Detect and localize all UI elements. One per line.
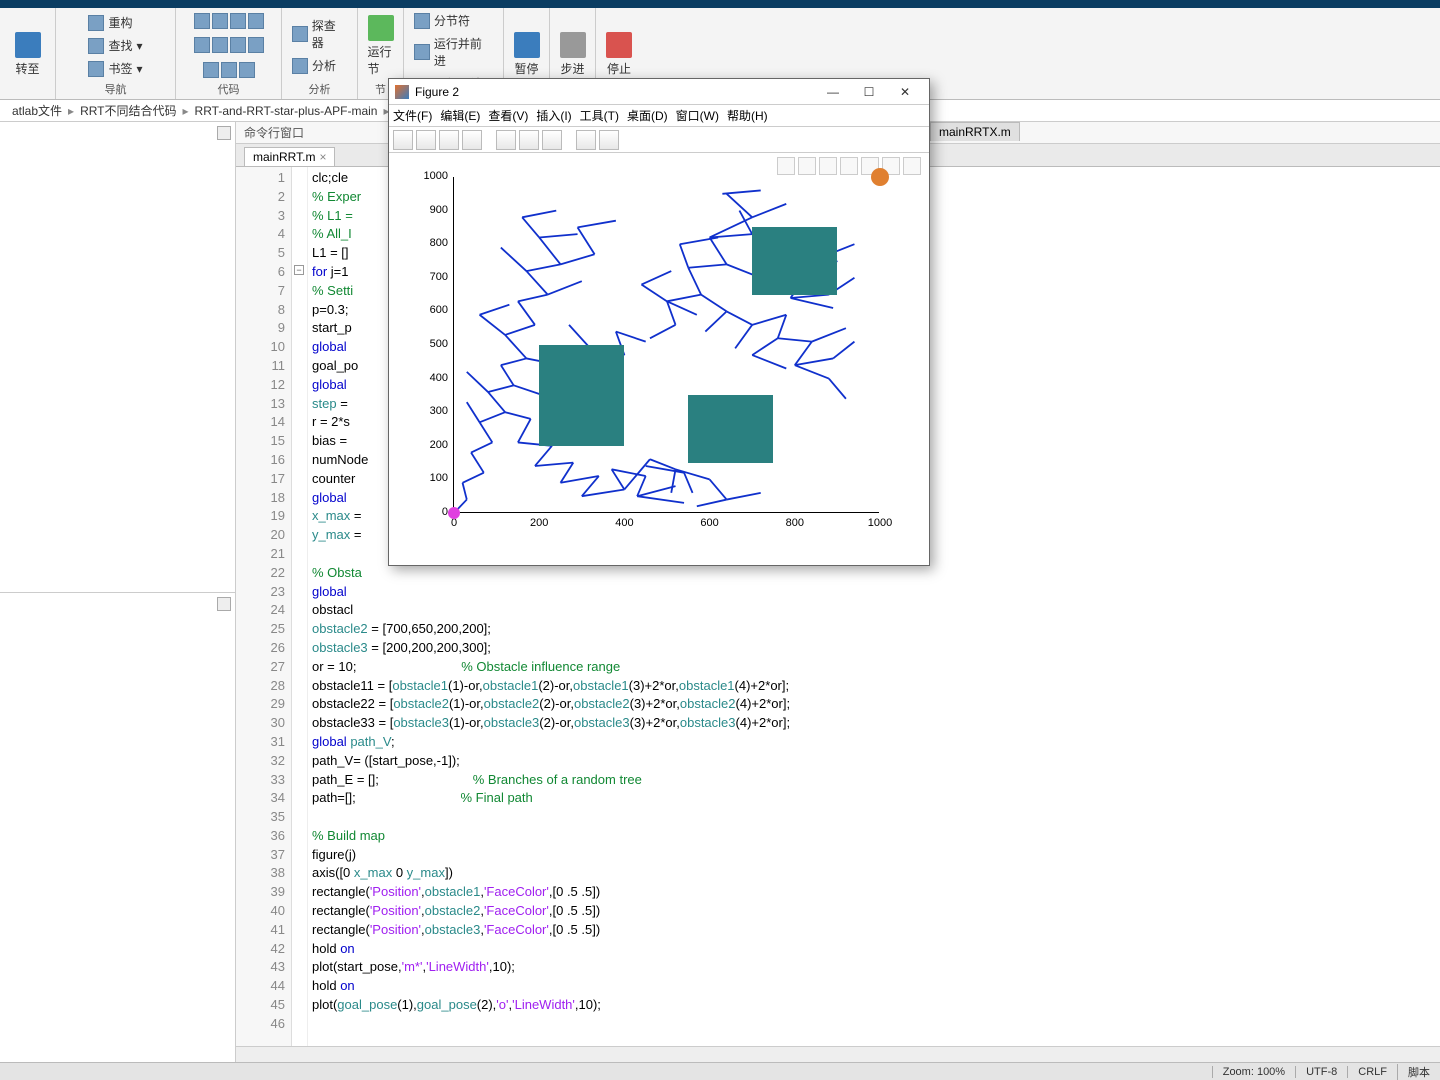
tab-mainrrt[interactable]: mainRRT.m× <box>244 147 335 166</box>
step-button[interactable]: 步进 <box>554 30 592 79</box>
code-tool-1[interactable] <box>194 13 210 29</box>
menu-edit[interactable]: 编辑(E) <box>440 107 480 124</box>
menu-insert[interactable]: 插入(I) <box>536 107 571 124</box>
obstacle-rect <box>752 227 837 294</box>
run-advance-button[interactable]: 运行并前进 <box>410 33 497 71</box>
edit-plot-icon[interactable] <box>599 130 619 150</box>
profiler-button[interactable]: 探查器 <box>288 15 351 53</box>
save-icon[interactable] <box>439 130 459 150</box>
home-icon[interactable] <box>903 157 921 175</box>
code-tool-11[interactable] <box>239 62 255 78</box>
maximize-button[interactable]: ☐ <box>851 82 887 102</box>
code-tool-8[interactable] <box>248 37 264 53</box>
file-mode: 脚本 <box>1397 1064 1440 1080</box>
datatip-icon[interactable] <box>798 157 816 175</box>
menu-tools[interactable]: 工具(T) <box>580 107 619 124</box>
encoding: UTF-8 <box>1295 1066 1347 1078</box>
left-panel <box>0 122 236 1062</box>
horizontal-scrollbar[interactable] <box>236 1046 1440 1062</box>
minimize-button[interactable]: — <box>815 82 851 102</box>
plot-area[interactable]: 0100200300400500600700800900100002004006… <box>389 153 929 565</box>
find-button[interactable]: 查找 ▾ <box>84 35 146 56</box>
pan-icon[interactable] <box>840 157 858 175</box>
chart-axes[interactable]: 0100200300400500600700800900100002004006… <box>453 177 879 513</box>
run-section-button[interactable]: 运行节 <box>362 13 400 79</box>
matlab-icon <box>395 85 409 99</box>
obstacle-rect <box>539 345 624 446</box>
start-point <box>448 507 460 519</box>
refactor-button[interactable]: 重构 <box>84 12 136 33</box>
tab-mainrrtx[interactable]: mainRRTX.m <box>930 122 1020 141</box>
code-tool-4[interactable] <box>248 13 264 29</box>
pause-button[interactable]: 暂停 <box>508 30 546 79</box>
figure-titlebar[interactable]: Figure 2 — ☐ ✕ <box>389 79 929 105</box>
code-tool-9[interactable] <box>203 62 219 78</box>
obstacle-rect <box>688 395 773 462</box>
status-bar: Zoom: 100% UTF-8 CRLF 脚本 <box>0 1062 1440 1080</box>
print-icon[interactable] <box>462 130 482 150</box>
section-break-button[interactable]: 分节符 <box>410 10 474 31</box>
rotate-icon[interactable] <box>819 157 837 175</box>
legend-icon[interactable] <box>542 130 562 150</box>
goto-button[interactable]: 转至 <box>9 30 47 79</box>
goal-point <box>871 168 889 186</box>
open-icon[interactable] <box>416 130 436 150</box>
zoom-level: Zoom: 100% <box>1212 1066 1295 1078</box>
figure-menu: 文件(F) 编辑(E) 查看(V) 插入(I) 工具(T) 桌面(D) 窗口(W… <box>389 105 929 127</box>
fold-icon[interactable]: − <box>294 265 304 275</box>
close-button[interactable]: ✕ <box>887 82 923 102</box>
code-group-label: 代码 <box>218 81 240 99</box>
code-tool-3[interactable] <box>230 13 246 29</box>
fold-column: − <box>292 167 308 1046</box>
bookmark-button[interactable]: 书签 ▾ <box>84 58 146 79</box>
figure-toolbar <box>389 127 929 153</box>
menu-desktop[interactable]: 桌面(D) <box>627 107 668 124</box>
link-icon[interactable] <box>496 130 516 150</box>
analyze-group-label: 分析 <box>309 81 331 99</box>
new-figure-icon[interactable] <box>393 130 413 150</box>
collapse-icon[interactable] <box>217 597 231 611</box>
code-tool-6[interactable] <box>212 37 228 53</box>
line-ending: CRLF <box>1347 1066 1397 1078</box>
pointer-icon[interactable] <box>576 130 596 150</box>
menu-help[interactable]: 帮助(H) <box>727 107 768 124</box>
close-icon[interactable]: × <box>319 150 326 164</box>
menu-window[interactable]: 窗口(W) <box>676 107 719 124</box>
section-group-label: 节 <box>375 81 386 99</box>
figure-title: Figure 2 <box>415 85 815 99</box>
code-tool-2[interactable] <box>212 13 228 29</box>
code-tool-7[interactable] <box>230 37 246 53</box>
figure-window[interactable]: Figure 2 — ☐ ✕ 文件(F) 编辑(E) 查看(V) 插入(I) 工… <box>388 78 930 566</box>
menu-view[interactable]: 查看(V) <box>488 107 528 124</box>
colorbar-icon[interactable] <box>519 130 539 150</box>
collapse-icon[interactable] <box>217 126 231 140</box>
analyze-button[interactable]: 分析 <box>288 55 340 76</box>
code-tool-10[interactable] <box>221 62 237 78</box>
menu-file[interactable]: 文件(F) <box>393 107 432 124</box>
line-gutter: 1234567891011121314151617181920212223242… <box>236 167 292 1046</box>
stop-button[interactable]: 停止 <box>600 30 638 79</box>
nav-group-label: 导航 <box>105 81 127 99</box>
brush-icon[interactable] <box>777 157 795 175</box>
code-tool-5[interactable] <box>194 37 210 53</box>
